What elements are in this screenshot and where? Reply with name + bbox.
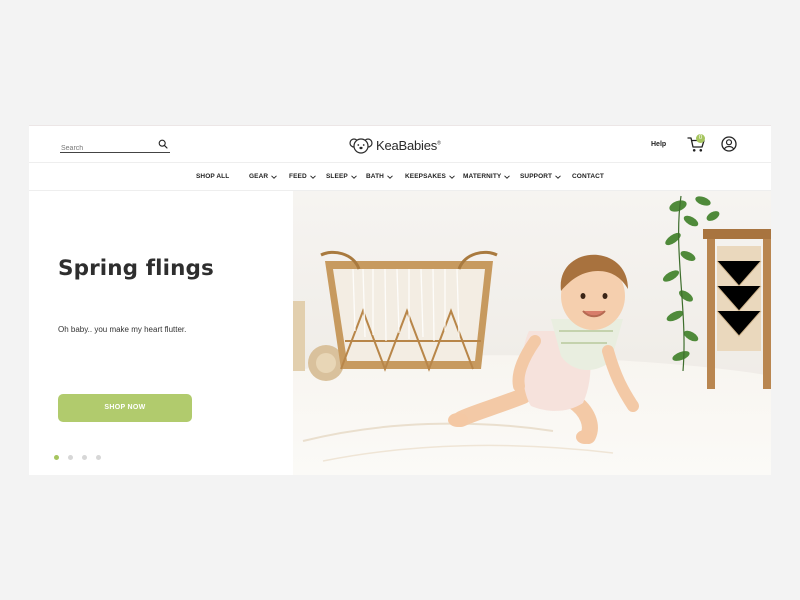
- nav-label: GEAR: [249, 173, 269, 180]
- nav-label: FEED: [289, 173, 307, 180]
- nav-item-bath[interactable]: BATH: [366, 173, 393, 180]
- nav-item-sleep[interactable]: SLEEP: [326, 173, 357, 180]
- carousel-dot-2[interactable]: [68, 455, 73, 460]
- search-box[interactable]: [60, 137, 170, 155]
- nav-item-gear[interactable]: GEAR: [249, 173, 277, 180]
- chevron-down-icon: [504, 174, 511, 179]
- shop-now-button[interactable]: SHOP NOW: [58, 394, 192, 422]
- carousel-dot-3[interactable]: [82, 455, 87, 460]
- baby-photo-illustration: [293, 191, 771, 475]
- help-link[interactable]: Help: [651, 141, 666, 148]
- chevron-down-icon: [309, 174, 316, 179]
- brand-text: KeaBabies: [376, 137, 438, 153]
- chevron-down-icon: [555, 174, 561, 179]
- search-icon[interactable]: [158, 139, 168, 149]
- chevron-down-icon: [351, 174, 357, 179]
- site-header: KeaBabies® Help 0: [29, 126, 771, 163]
- cart-count-badge[interactable]: 0: [696, 134, 705, 143]
- nav-item-shop-all[interactable]: SHOP ALL: [196, 173, 229, 180]
- nav-label: SUPPORT: [520, 173, 553, 180]
- hero-banner: Spring flings Oh baby.. you make my hear…: [29, 191, 771, 475]
- brand-logo[interactable]: KeaBabies®: [349, 134, 441, 156]
- carousel-dots: [54, 455, 101, 460]
- hero-subtitle: Oh baby.. you make my heart flutter.: [58, 325, 187, 334]
- brand-registered-mark: ®: [437, 140, 441, 147]
- brand-name: KeaBabies®: [376, 138, 441, 153]
- carousel-dot-4[interactable]: [96, 455, 101, 460]
- koala-logo-icon: [349, 138, 373, 154]
- account-icon[interactable]: [721, 136, 737, 152]
- nav-label: KEEPSAKES: [405, 173, 446, 180]
- nav-label: CONTACT: [572, 173, 604, 180]
- nav-label: BATH: [366, 173, 384, 180]
- search-input[interactable]: [60, 142, 152, 155]
- chevron-down-icon: [271, 174, 277, 179]
- nav-item-maternity[interactable]: MATERNITY: [463, 173, 511, 180]
- nav-item-support[interactable]: SUPPORT: [520, 173, 561, 180]
- chevron-down-icon: [387, 174, 393, 179]
- nav-label: SLEEP: [326, 173, 348, 180]
- carousel-dot-1[interactable]: [54, 455, 59, 460]
- hero-title: Spring flings: [58, 256, 214, 281]
- nav-item-keepsakes[interactable]: KEEPSAKES: [405, 173, 455, 180]
- nav-label: MATERNITY: [463, 173, 502, 180]
- main-nav: SHOP ALL GEAR FEED SLEEP BATH KEEPSAKES …: [29, 163, 771, 191]
- nav-label: SHOP ALL: [196, 173, 230, 180]
- nav-item-contact[interactable]: CONTACT: [572, 173, 604, 180]
- chevron-down-icon: [449, 174, 455, 179]
- hero-photo: [293, 191, 771, 475]
- hero-text-panel: Spring flings Oh baby.. you make my hear…: [29, 191, 293, 475]
- storefront-page: KeaBabies® Help 0 SHOP ALL GEAR FEED SLE…: [29, 125, 771, 475]
- nav-item-feed[interactable]: FEED: [289, 173, 316, 180]
